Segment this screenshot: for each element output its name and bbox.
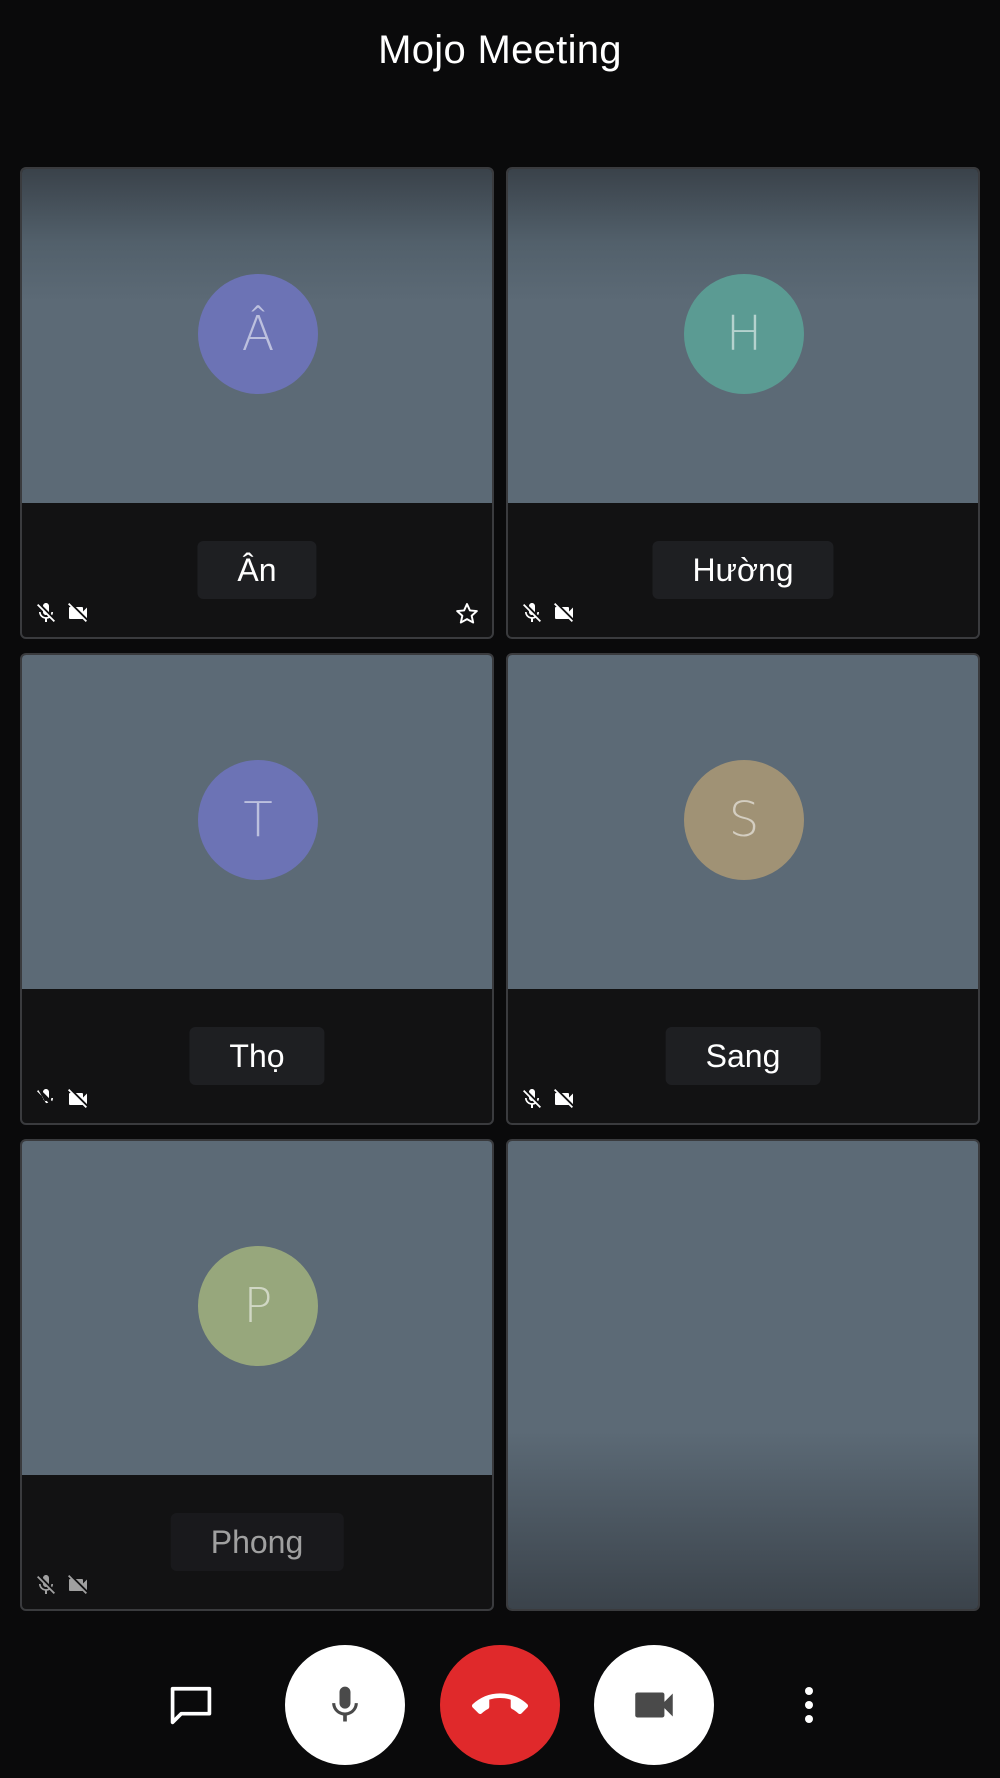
microphone-icon (332, 1686, 358, 1722)
mic-muted-icon (37, 1089, 53, 1104)
participant-tile[interactable]: T Thọ (20, 653, 494, 1125)
mic-muted-icon (37, 1575, 55, 1594)
call-controls (0, 1645, 1000, 1765)
participant-name: Sang (665, 1027, 821, 1085)
participant-name: Hường (652, 541, 834, 599)
camera-off-icon (554, 1089, 573, 1108)
video-area (508, 1141, 978, 1609)
status-icons (34, 601, 90, 625)
avatar: H (684, 274, 804, 394)
microphone-button[interactable] (285, 1645, 405, 1765)
camera-off-icon (554, 603, 573, 622)
chat-bubble-icon (170, 1686, 212, 1725)
camera-button[interactable] (594, 1645, 714, 1765)
meeting-title: Mojo Meeting (378, 28, 622, 72)
phone-hangup-icon (472, 1693, 528, 1715)
mic-muted-icon (523, 603, 541, 622)
chat-button[interactable] (131, 1645, 251, 1765)
participant-name: Ân (197, 541, 317, 599)
empty-tile (506, 1139, 980, 1611)
mic-muted-icon (37, 603, 55, 622)
more-options-button[interactable] (749, 1645, 869, 1765)
camera-off-icon (68, 1089, 87, 1108)
status-icons (34, 1087, 90, 1111)
star-icon[interactable] (454, 601, 480, 627)
participant-name: Phong (170, 1513, 344, 1571)
more-vertical-icon (805, 1687, 813, 1723)
camera-off-icon (68, 603, 87, 622)
video-camera-icon (635, 1692, 673, 1718)
participant-tile[interactable]: S Sang (506, 653, 980, 1125)
participant-tile[interactable]: Â Ân (20, 167, 494, 639)
avatar: S (684, 760, 804, 880)
participant-name: Thọ (189, 1027, 325, 1085)
camera-off-icon (68, 1575, 87, 1594)
status-icons (520, 601, 576, 625)
participant-tile[interactable]: H Hường (506, 167, 980, 639)
hangup-button[interactable] (440, 1645, 560, 1765)
avatar: P (198, 1246, 318, 1366)
mic-muted-icon (523, 1089, 541, 1108)
avatar: T (198, 760, 318, 880)
avatar: Â (198, 274, 318, 394)
participant-tile[interactable]: P Phong (20, 1139, 494, 1611)
status-icons (34, 1573, 90, 1597)
status-icons (520, 1087, 576, 1111)
